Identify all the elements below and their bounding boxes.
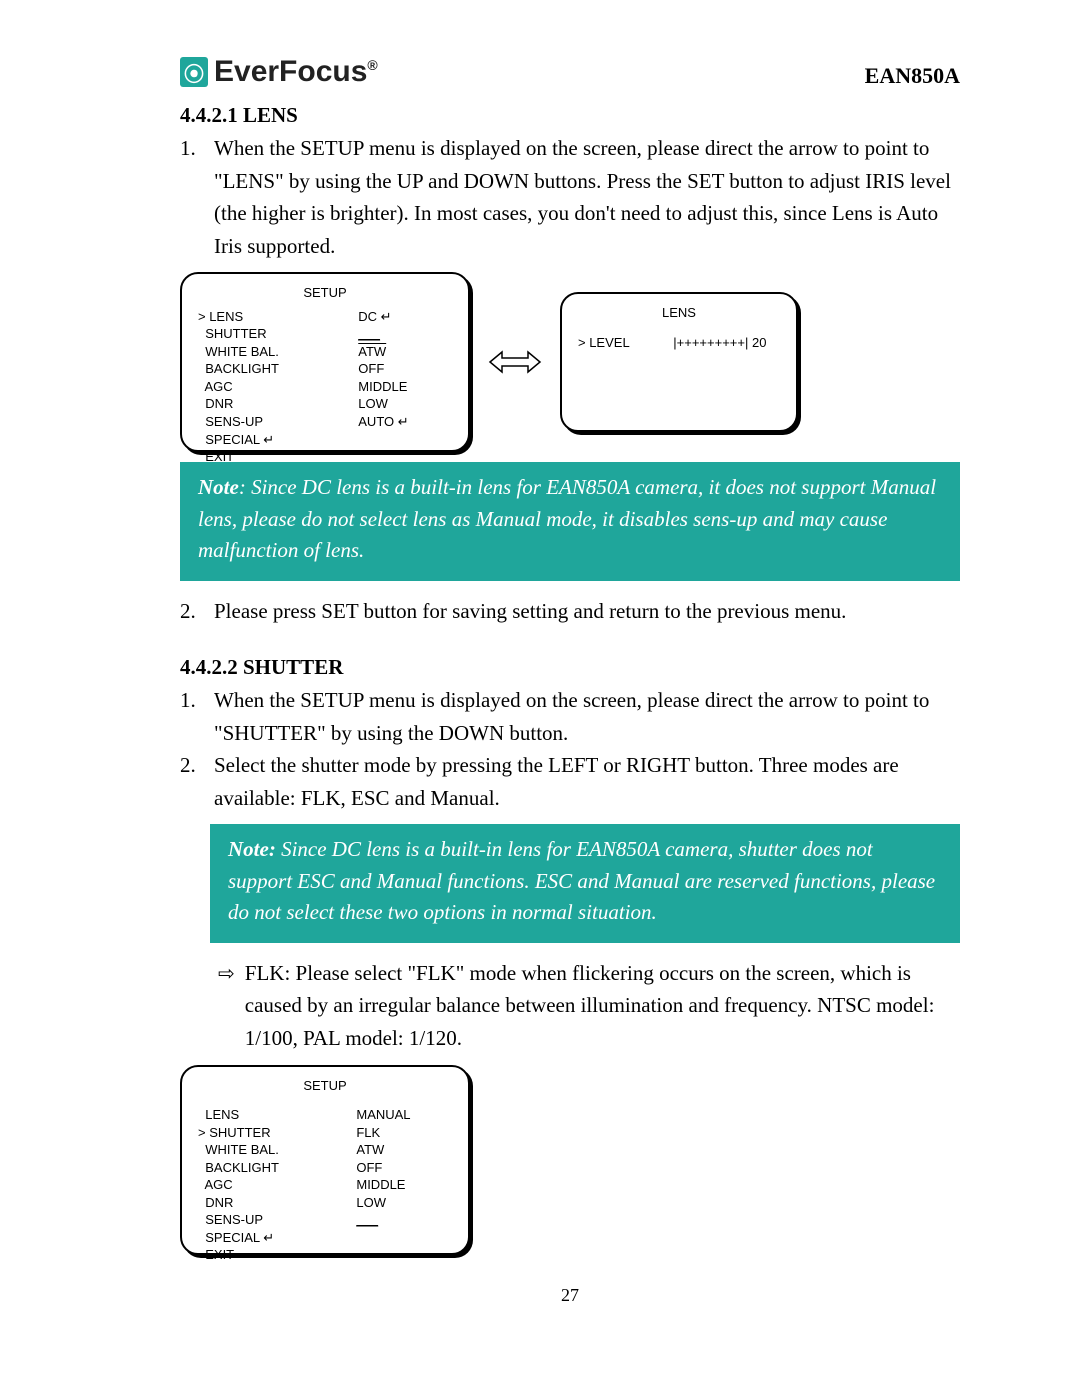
osd-row-value: ___ (356, 1211, 452, 1229)
lens-step-2: 2. Please press SET button for saving se… (180, 595, 960, 628)
list-text: Select the shutter mode by pressing the … (214, 749, 960, 814)
osd-row-label: > SHUTTER (198, 1124, 320, 1142)
model-number: EAN850A (865, 63, 960, 89)
shutter-step-2: 2. Select the shutter mode by pressing t… (180, 749, 960, 814)
osd-row-value: DC ↵ (358, 308, 452, 326)
osd-row-value: MIDDLE (358, 378, 452, 396)
osd-row-value: ATW (356, 1141, 452, 1159)
osd-row-label: WHITE BAL. (198, 343, 322, 361)
note-box-shutter: Note: Since DC lens is a built-in lens f… (210, 824, 960, 943)
osd-row-value: AUTO ↵ (358, 413, 452, 431)
osd-row-label: SENS-UP (198, 413, 322, 431)
osd-title: SETUP (198, 1077, 452, 1095)
osd-row-value: LOW (358, 395, 452, 413)
registered-icon: ® (367, 57, 377, 73)
osd-row-label: EXIT (198, 448, 322, 466)
osd-title: LENS (578, 304, 780, 322)
flk-bullet: ⇨ FLK: Please select "FLK" mode when fli… (218, 957, 960, 1055)
logo-mark-icon: ⦿ (180, 57, 208, 87)
shutter-step-1: 1. When the SETUP menu is displayed on t… (180, 684, 960, 749)
osd-lens-box: LENS > LEVEL |+++++++++| 20 (560, 292, 798, 432)
osd-row-label: WHITE BAL. (198, 1141, 320, 1159)
osd-row-label: BACKLIGHT (198, 360, 322, 378)
osd-row-value: MANUAL (356, 1106, 452, 1124)
list-number: 2. (180, 749, 202, 814)
list-number: 1. (180, 132, 202, 262)
section-heading-lens: 4.4.2.1 LENS (180, 103, 960, 128)
osd-row-value: FLK (356, 1124, 452, 1142)
osd-row-value (356, 1246, 452, 1264)
page-header: ⦿ EverFocus® EAN850A (180, 55, 960, 89)
osd-row-value (358, 448, 452, 466)
section-heading-shutter: 4.4.2.2 SHUTTER (180, 655, 960, 680)
osd-row-value: OFF (358, 360, 452, 378)
note-box-lens: Note: Since DC lens is a built-in lens f… (180, 462, 960, 581)
osd-row-label: DNR (198, 395, 322, 413)
osd-row-value (356, 1229, 452, 1247)
osd-row-label: AGC (198, 378, 322, 396)
page-number: 27 (180, 1285, 960, 1306)
brand-name: EverFocus (214, 55, 367, 88)
osd-row-value: |+++++++++| 20 (673, 334, 780, 352)
brand-logo: ⦿ EverFocus® (180, 55, 378, 89)
manual-page: ⦿ EverFocus® EAN850A 4.4.2.1 LENS 1. Whe… (0, 0, 1080, 1346)
osd-row-value: ___ (358, 325, 452, 343)
osd-row-value: MIDDLE (356, 1176, 452, 1194)
note-text: Since DC lens is a built-in lens for EAN… (228, 837, 935, 924)
osd-row-label: EXIT (198, 1246, 320, 1264)
osd-row-label: AGC (198, 1176, 320, 1194)
osd-title: SETUP (198, 284, 452, 302)
osd-setup-box-2: SETUP LENS MANUAL > SHUTTER FLK WHITE BAL.… (180, 1065, 470, 1255)
osd-row-label: > LENS (198, 308, 322, 326)
osd-row-value: OFF (356, 1159, 452, 1177)
arrow-right-icon: ⇨ (218, 957, 235, 1055)
osd-row-value (358, 431, 452, 449)
note-text: : Since DC lens is a built-in lens for E… (198, 475, 936, 562)
osd-row-label: SPECIAL ↵ (198, 1229, 320, 1247)
osd-row-label: DNR (198, 1194, 320, 1212)
lens-step-1: 1. When the SETUP menu is displayed on t… (180, 132, 960, 262)
list-number: 2. (180, 595, 202, 628)
note-label: Note: (228, 837, 276, 861)
osd-row-value: ATW (358, 343, 452, 361)
list-text: When the SETUP menu is displayed on the … (214, 684, 960, 749)
osd-row-value: LOW (356, 1194, 452, 1212)
list-text: Please press SET button for saving setti… (214, 595, 846, 628)
osd-row-label: SPECIAL ↵ (198, 431, 322, 449)
list-number: 1. (180, 684, 202, 749)
osd-setup-box: SETUP > LENS DC ↵ SHUTTER ___ WHITE BAL. AT… (180, 272, 470, 452)
bidirectional-arrow-icon (488, 348, 542, 376)
osd-row-label: > LEVEL (578, 334, 643, 352)
osd-row-label: SENS-UP (198, 1211, 320, 1229)
note-label: Note (198, 475, 239, 499)
osd-row-label: LENS (198, 1106, 320, 1124)
flk-text: FLK: Please select "FLK" mode when flick… (245, 957, 960, 1055)
osd-row-label: BACKLIGHT (198, 1159, 320, 1177)
list-text: When the SETUP menu is displayed on the … (214, 132, 960, 262)
osd-row-label: SHUTTER (198, 325, 322, 343)
osd-diagram-lens: SETUP > LENS DC ↵ SHUTTER ___ WHITE BAL. AT… (180, 272, 960, 452)
